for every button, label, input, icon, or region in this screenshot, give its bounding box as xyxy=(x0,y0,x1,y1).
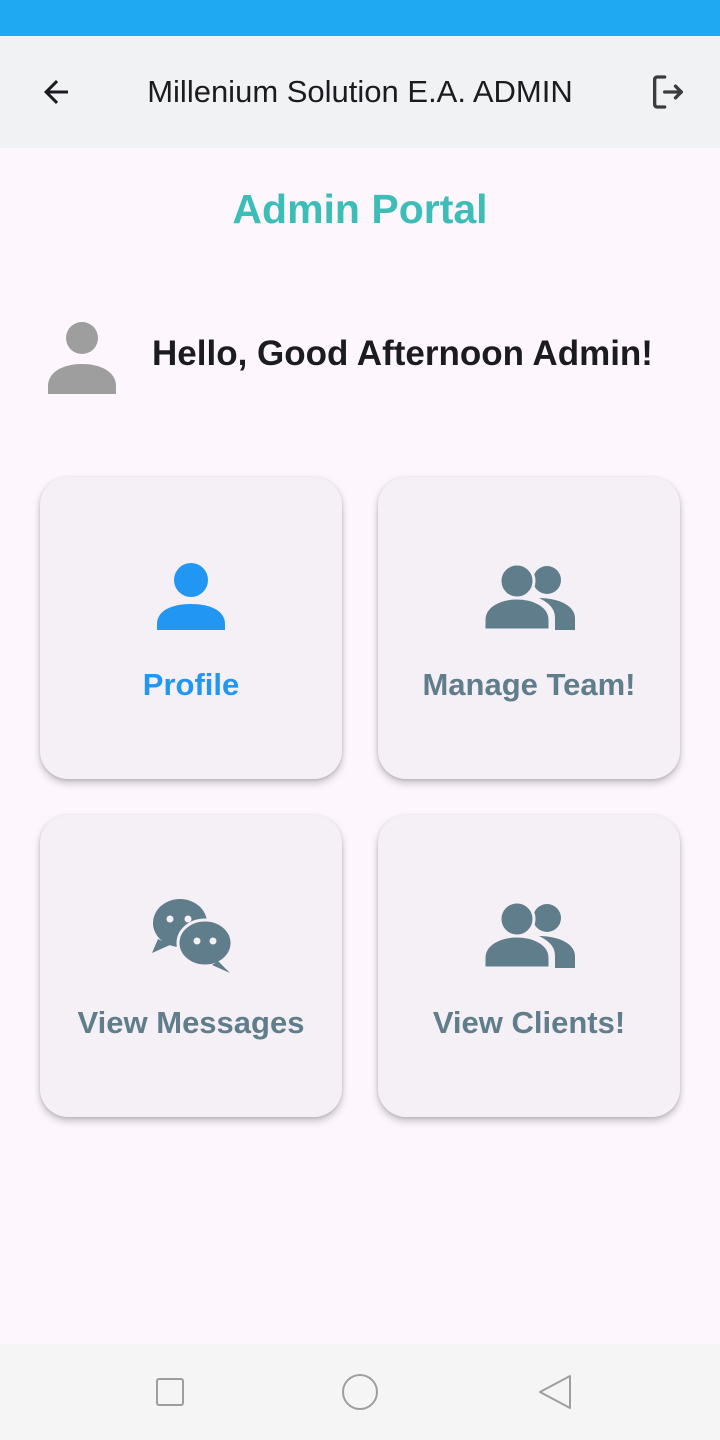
app-title: Millenium Solution E.A. ADMIN xyxy=(147,74,573,109)
person-icon xyxy=(157,563,225,630)
system-nav-bar xyxy=(0,1344,720,1440)
page-title: Admin Portal xyxy=(232,186,488,232)
circle-icon xyxy=(342,1374,378,1410)
people-icon xyxy=(482,900,575,970)
avatar-icon xyxy=(48,322,116,394)
view-clients-card[interactable]: View Clients! xyxy=(378,815,680,1117)
view-messages-card[interactable]: View Messages xyxy=(40,815,342,1117)
home-button[interactable] xyxy=(338,1370,382,1414)
status-bar xyxy=(0,0,720,36)
view-messages-label: View Messages xyxy=(77,1005,305,1040)
manage-team-label: Manage Team! xyxy=(422,667,636,702)
greeting-row: Hello, Good Afternoon Admin! xyxy=(46,318,686,394)
profile-card[interactable]: Profile xyxy=(40,477,342,779)
people-icon xyxy=(482,562,575,632)
back-nav-button[interactable] xyxy=(532,1370,576,1414)
back-button[interactable] xyxy=(28,66,84,118)
recents-button[interactable] xyxy=(148,1370,192,1414)
arrow-left-icon xyxy=(44,80,68,104)
chat-icon xyxy=(152,899,234,973)
manage-team-card[interactable]: Manage Team! xyxy=(378,477,680,779)
logout-button[interactable] xyxy=(636,66,700,118)
triangle-back-icon xyxy=(539,1375,571,1409)
app-bar: Millenium Solution E.A. ADMIN xyxy=(0,36,720,148)
logout-icon xyxy=(653,75,683,109)
square-icon xyxy=(156,1378,184,1406)
profile-label: Profile xyxy=(142,667,240,702)
view-clients-label: View Clients! xyxy=(432,1005,626,1040)
greeting-text: Hello, Good Afternoon Admin! xyxy=(152,334,653,373)
